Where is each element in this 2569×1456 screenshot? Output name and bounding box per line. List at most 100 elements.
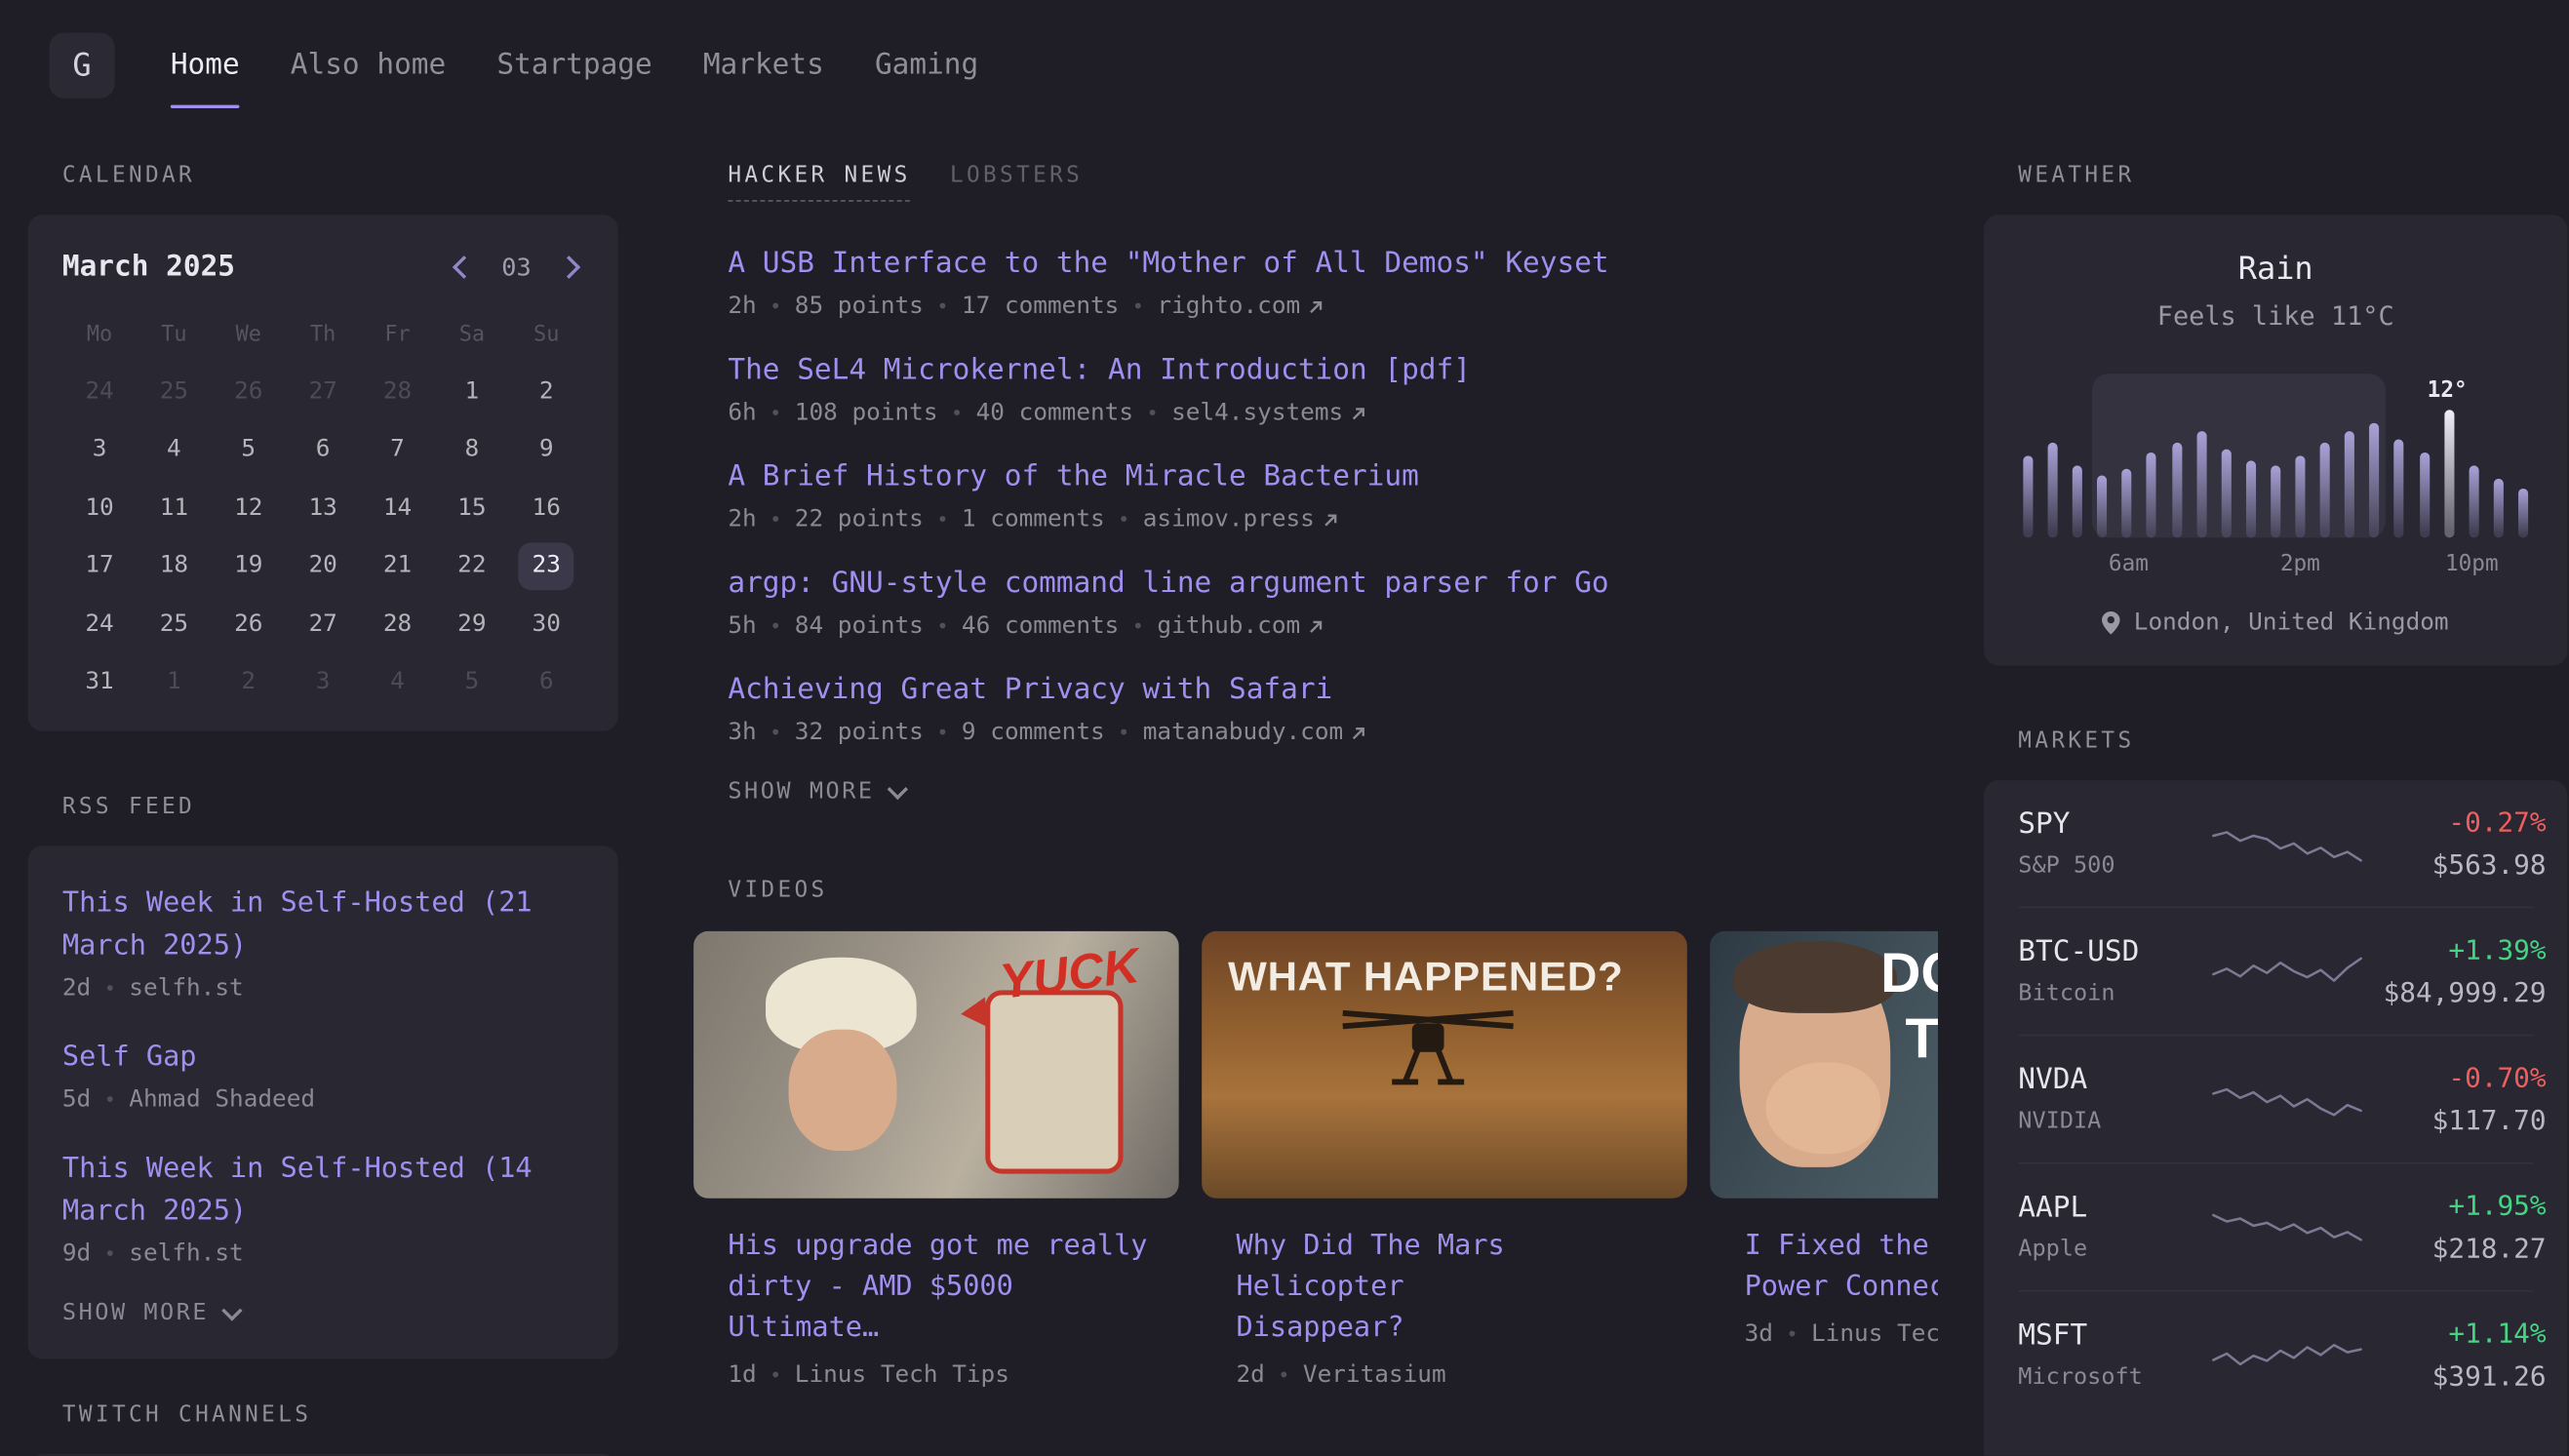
nav-item-markets[interactable]: Markets	[703, 0, 824, 131]
nav-item-also-home[interactable]: Also home	[291, 0, 446, 131]
meta-separator: •	[1118, 508, 1129, 531]
calendar-day[interactable]: 30	[509, 595, 583, 653]
video-title[interactable]: Why Did The Mars Helicopter Disappear?	[1236, 1226, 1686, 1349]
calendar-day[interactable]: 22	[435, 537, 509, 596]
video-thumbnail[interactable]: WHAT HAPPENED?	[1202, 931, 1687, 1199]
calendar-day[interactable]: 9	[509, 420, 583, 479]
calendar-day-number: 12	[220, 484, 276, 531]
calendar-day[interactable]: 25	[137, 595, 211, 653]
story-domain-link[interactable]: github.com	[1157, 613, 1323, 640]
rss-item-age: 2d	[62, 975, 91, 1002]
video-channel: Veritasium	[1303, 1362, 1446, 1389]
calendar-day[interactable]: 12	[212, 479, 286, 537]
calendar-day[interactable]: 21	[360, 537, 434, 596]
calendar-day[interactable]: 31	[62, 653, 137, 712]
calendar-day[interactable]: 13	[286, 479, 360, 537]
story-domain-link[interactable]: sel4.systems	[1171, 400, 1366, 426]
calendar-day[interactable]: 19	[212, 537, 286, 596]
calendar-day[interactable]: 28	[360, 363, 434, 421]
rss-item-title[interactable]: This Week in Self-Hosted (14 March 2025)	[62, 1148, 584, 1233]
market-row-nvda[interactable]: NVDANVIDIA-0.70%$117.70	[2018, 1035, 2533, 1162]
calendar-day[interactable]: 3	[62, 420, 137, 479]
calendar-day[interactable]: 17	[62, 537, 137, 596]
chevron-down-icon	[222, 1299, 243, 1319]
weather-bar	[2196, 431, 2206, 537]
weather-bar	[2172, 443, 2182, 537]
calendar-day[interactable]: 1	[435, 363, 509, 421]
story-domain-link[interactable]: righto.com	[1157, 294, 1323, 320]
story-meta: 3h•32 points•9 comments•matanabudy.com	[728, 720, 1938, 746]
calendar-day[interactable]: 3	[286, 653, 360, 712]
chevron-right-icon	[557, 256, 580, 279]
main-content: CALENDAR March 2025 03 MoTuWeThFrSaSu 24…	[0, 131, 2569, 1455]
calendar-day[interactable]: 27	[286, 363, 360, 421]
story-title[interactable]: argp: GNU-style command line argument pa…	[728, 566, 1938, 604]
news-story: argp: GNU-style command line argument pa…	[728, 566, 1938, 640]
app-logo[interactable]: G	[49, 33, 114, 98]
video-title[interactable]: His upgrade got me really dirty - AMD $5…	[728, 1226, 1178, 1349]
meta-separator: •	[770, 1364, 781, 1388]
calendar-day[interactable]: 2	[212, 653, 286, 712]
calendar-day[interactable]: 24	[62, 595, 137, 653]
tab-lobsters[interactable]: LOBSTERS	[950, 162, 1083, 201]
story-title[interactable]: The SeL4 Microkernel: An Introduction [p…	[728, 352, 1938, 390]
calendar-day-selected[interactable]: 23	[509, 537, 583, 596]
top-nav: G Home Also home Startpage Markets Gaming	[0, 0, 2569, 131]
market-sparkline	[2212, 1328, 2363, 1381]
calendar-prev-button[interactable]	[449, 253, 478, 282]
story-age: 2h	[728, 506, 756, 532]
calendar-day[interactable]: 26	[212, 363, 286, 421]
rss-item-title[interactable]: This Week in Self-Hosted (21 March 2025)	[62, 882, 584, 966]
video-thumbnail[interactable]: DO T	[1710, 931, 1938, 1199]
calendar-day[interactable]: 24	[62, 363, 137, 421]
calendar-day[interactable]: 4	[360, 653, 434, 712]
calendar-day[interactable]: 25	[137, 363, 211, 421]
market-row-aapl[interactable]: AAPLApple+1.95%$218.27	[2018, 1162, 2533, 1290]
calendar-day[interactable]: 16	[509, 479, 583, 537]
video-thumbnail[interactable]: YUCK	[693, 931, 1179, 1199]
calendar-day[interactable]: 6	[286, 420, 360, 479]
calendar-day[interactable]: 27	[286, 595, 360, 653]
calendar-day[interactable]: 10	[62, 479, 137, 537]
story-domain: sel4.systems	[1171, 400, 1343, 426]
calendar-next-button[interactable]	[554, 253, 583, 282]
calendar-day[interactable]: 1	[137, 653, 211, 712]
nav-item-gaming[interactable]: Gaming	[875, 0, 978, 131]
calendar-day[interactable]: 26	[212, 595, 286, 653]
news-story: The SeL4 Microkernel: An Introduction [p…	[728, 352, 1938, 426]
story-domain-link[interactable]: asimov.press	[1143, 506, 1338, 532]
story-title[interactable]: Achieving Great Privacy with Safari	[728, 672, 1938, 710]
calendar-day[interactable]: 7	[360, 420, 434, 479]
market-row-spy[interactable]: SPYS&P 500-0.27%$563.98	[2018, 780, 2533, 906]
calendar-day[interactable]: 29	[435, 595, 509, 653]
market-symbol: NVDANVIDIA	[2018, 1064, 2211, 1134]
calendar-day[interactable]: 18	[137, 537, 211, 596]
calendar-day[interactable]: 14	[360, 479, 434, 537]
calendar-day[interactable]: 20	[286, 537, 360, 596]
calendar-day[interactable]: 4	[137, 420, 211, 479]
calendar-day[interactable]: 8	[435, 420, 509, 479]
story-title[interactable]: A USB Interface to the "Mother of All De…	[728, 246, 1938, 284]
story-title[interactable]: A Brief History of the Miracle Bacterium	[728, 459, 1938, 497]
video-title[interactable]: I Fixed the 5… Power Connect…	[1745, 1226, 1938, 1308]
calendar-day[interactable]: 5	[435, 653, 509, 712]
market-name: Apple	[2018, 1236, 2211, 1262]
market-row-btc-usd[interactable]: BTC-USDBitcoin+1.39%$84,999.29	[2018, 907, 2533, 1035]
news-show-more-button[interactable]: SHOW MORE	[728, 778, 1938, 805]
calendar-day-number: 24	[71, 601, 127, 649]
market-row-msft[interactable]: MSFTMicrosoft+1.14%$391.26	[2018, 1290, 2533, 1418]
nav-item-home[interactable]: Home	[171, 0, 240, 131]
meta-separator: •	[1118, 722, 1129, 745]
nav-item-startpage[interactable]: Startpage	[496, 0, 652, 131]
tab-hacker-news[interactable]: HACKER NEWS	[728, 162, 910, 201]
calendar-day[interactable]: 11	[137, 479, 211, 537]
calendar-day[interactable]: 5	[212, 420, 286, 479]
calendar-day[interactable]: 2	[509, 363, 583, 421]
weather-section-label: WEATHER	[2018, 162, 2567, 188]
calendar-day[interactable]: 28	[360, 595, 434, 653]
rss-item-title[interactable]: Self Gap	[62, 1036, 584, 1079]
calendar-day[interactable]: 6	[509, 653, 583, 712]
calendar-day[interactable]: 15	[435, 479, 509, 537]
rss-show-more-button[interactable]: SHOW MORE	[62, 1300, 584, 1326]
story-domain-link[interactable]: matanabudy.com	[1143, 720, 1366, 746]
